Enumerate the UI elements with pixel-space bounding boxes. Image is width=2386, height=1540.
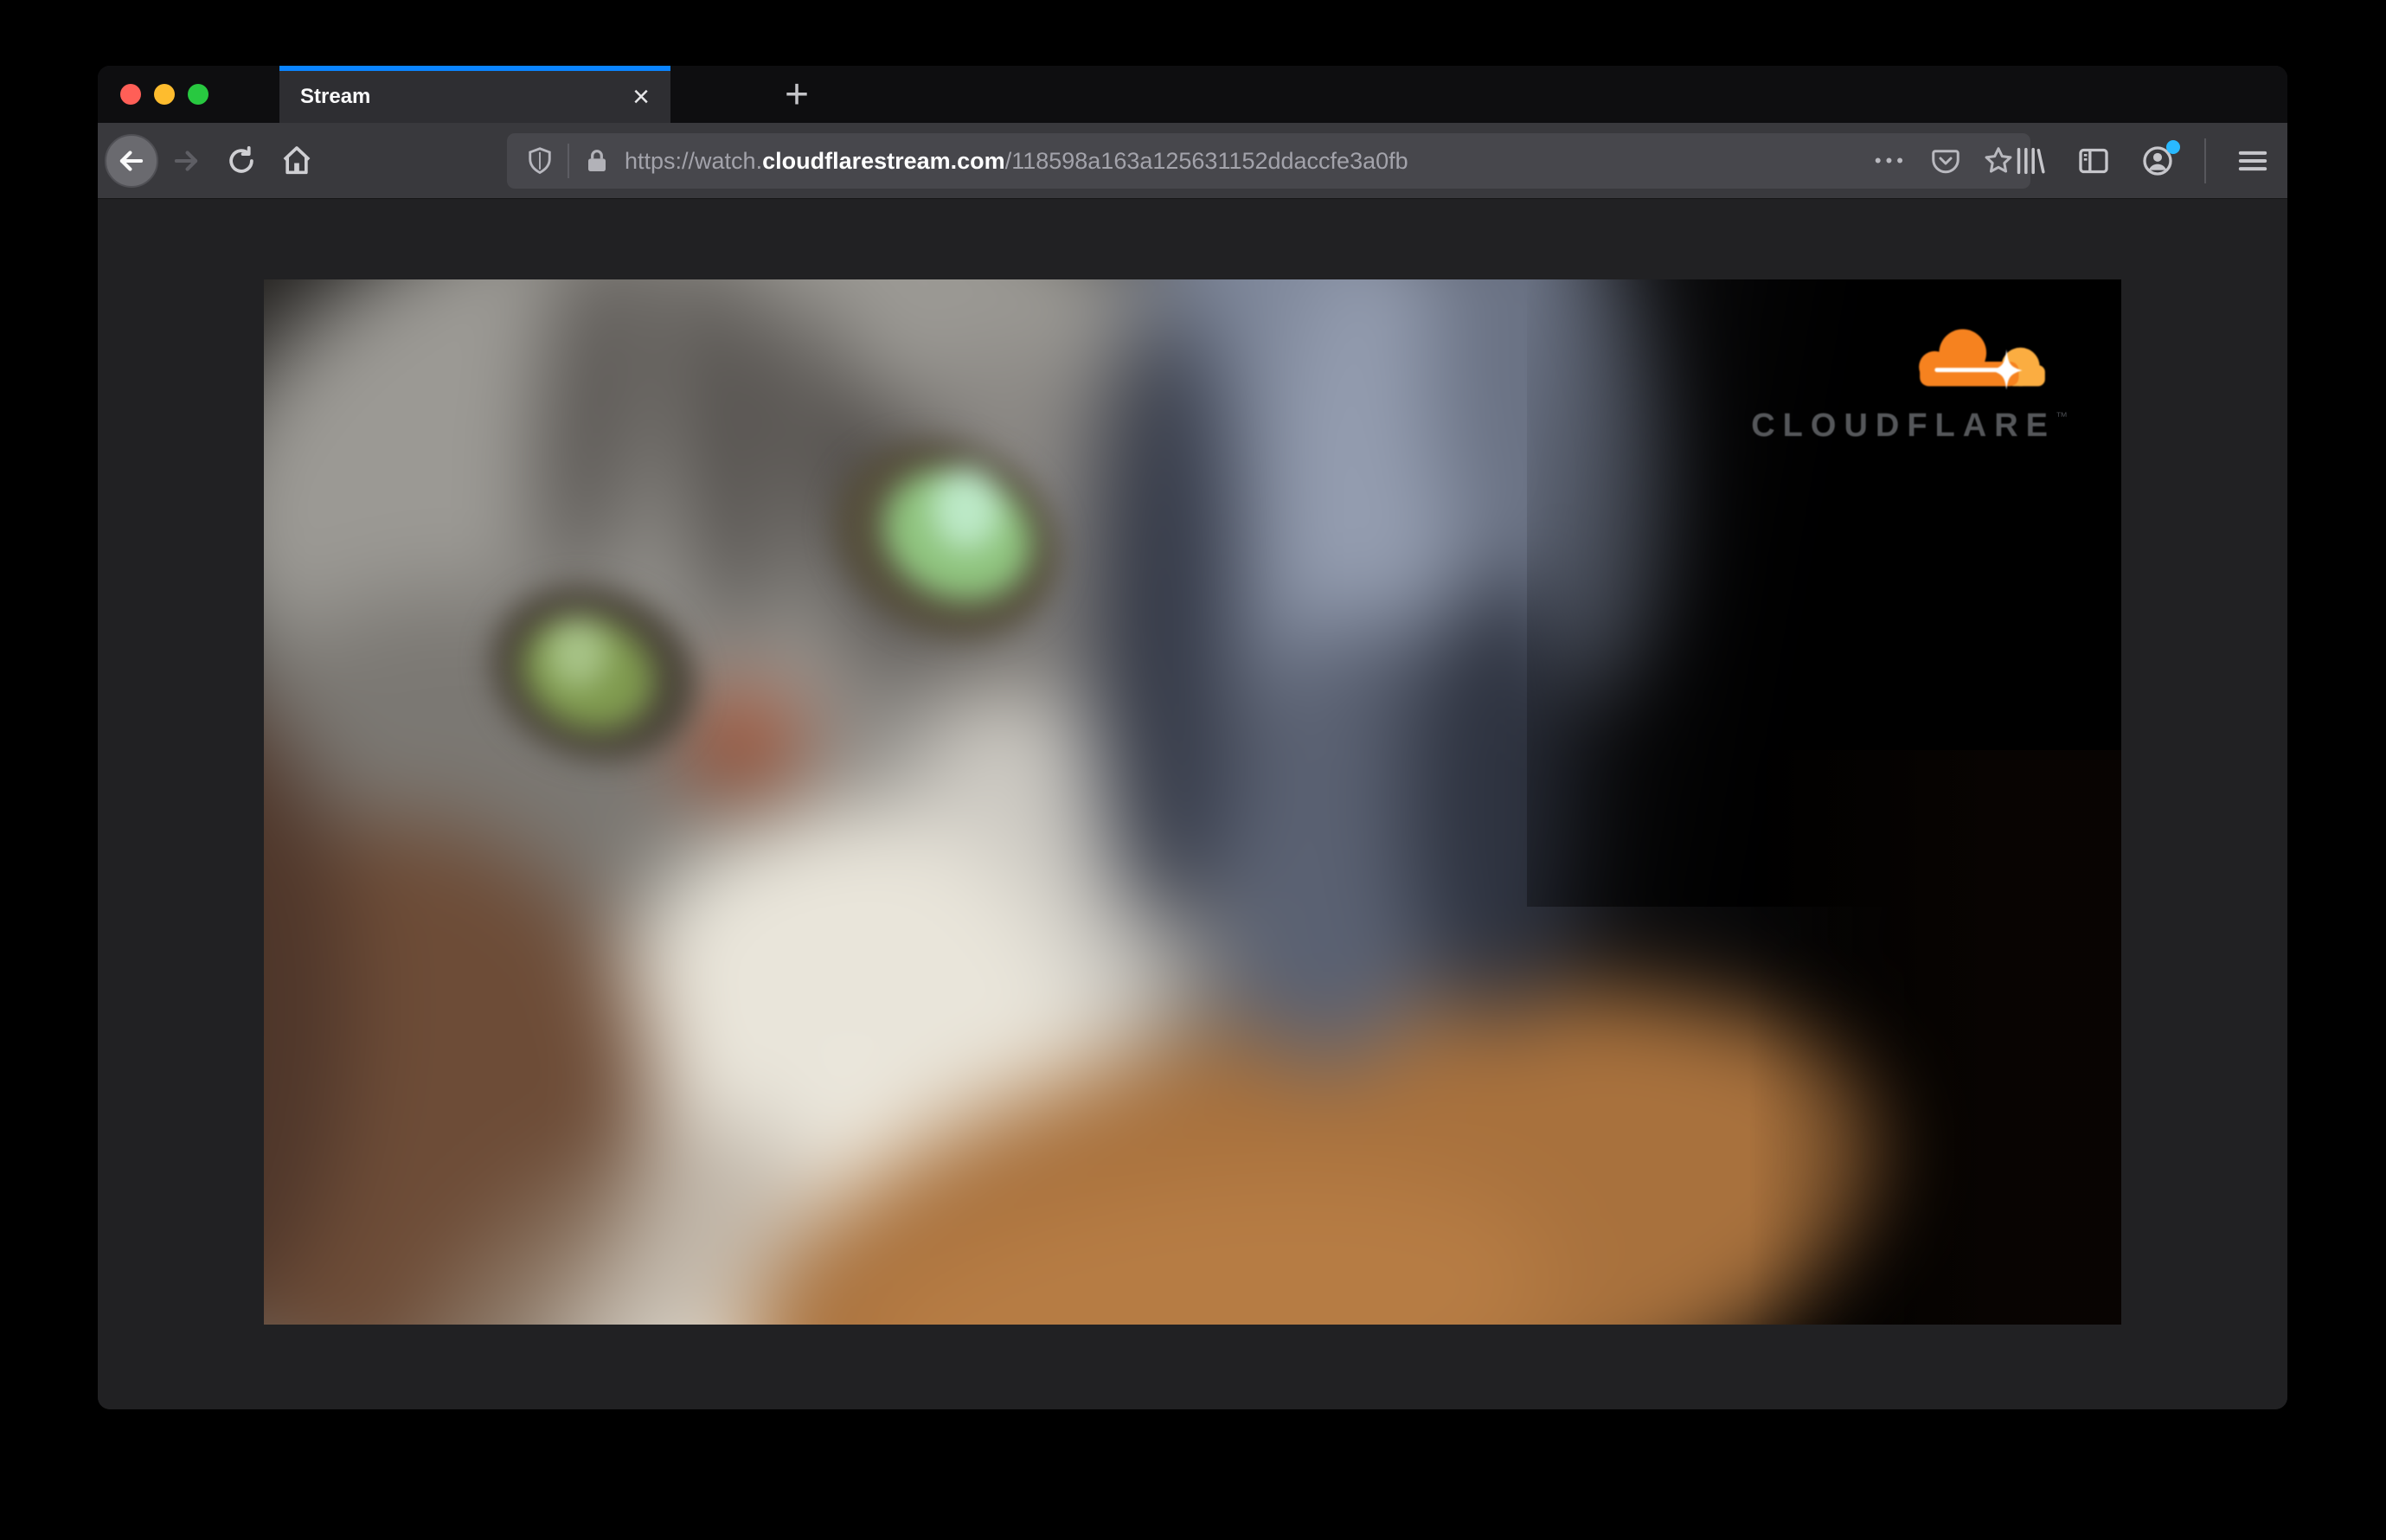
tab-strip: Stream × + — [98, 66, 2287, 123]
page-actions-button[interactable]: ••• — [1875, 150, 1908, 172]
reload-button[interactable] — [214, 133, 269, 189]
cloudflare-logo: CLOUDFLARE ™ — [1739, 323, 2068, 445]
tab-stream[interactable]: Stream × — [279, 66, 670, 123]
account-notification-dot — [2166, 140, 2180, 154]
reload-icon — [229, 145, 253, 173]
traffic-lights — [120, 84, 208, 105]
library-icon[interactable] — [2012, 144, 2047, 178]
cloudflare-trademark: ™ — [2056, 409, 2068, 423]
new-tab-button[interactable]: + — [762, 66, 831, 123]
lock-icon[interactable] — [583, 147, 611, 175]
forward-arrow-icon — [174, 150, 198, 171]
account-button[interactable] — [2140, 140, 2180, 178]
pocket-icon[interactable] — [1930, 145, 1961, 176]
tab-title: Stream — [300, 85, 371, 108]
url-scheme: https://watch. — [625, 147, 763, 174]
cloudflare-wordmark: CLOUDFLARE — [1751, 407, 2056, 444]
bookmark-star-icon[interactable] — [1982, 144, 2015, 177]
home-icon — [283, 145, 311, 174]
tracking-protection-shield-icon[interactable] — [524, 145, 555, 176]
url-text[interactable]: https://watch.cloudflarestream.com/11859… — [625, 148, 1875, 175]
url-bar[interactable]: https://watch.cloudflarestream.com/11859… — [507, 133, 2030, 189]
cloudflare-cloud-icon — [1919, 329, 2045, 390]
back-arrow-icon — [119, 150, 144, 171]
window-close-button[interactable] — [120, 84, 141, 105]
video-corner-shadow — [1749, 749, 2121, 1325]
toolbar-right-icons — [2012, 123, 2270, 199]
window-minimize-button[interactable] — [154, 84, 175, 105]
window-zoom-button[interactable] — [188, 84, 208, 105]
tab-close-icon[interactable]: × — [627, 82, 655, 112]
browser-window: Stream × + https://watch.cloudflarestrea… — [98, 66, 2287, 1409]
url-path: /118598a163a125631152ddaccfe3a0fb — [1004, 147, 1408, 174]
back-button[interactable] — [105, 133, 158, 188]
forward-button[interactable] — [158, 133, 214, 189]
toolbar-separator — [2204, 138, 2206, 183]
url-domain: cloudflarestream.com — [762, 147, 1005, 174]
page-content: CLOUDFLARE ™ — [98, 199, 2287, 1409]
home-button[interactable] — [269, 133, 324, 189]
navigation-toolbar: https://watch.cloudflarestream.com/11859… — [98, 123, 2287, 199]
urlbar-divider — [568, 144, 569, 178]
menu-hamburger-icon[interactable] — [2235, 144, 2270, 178]
video-player[interactable]: CLOUDFLARE ™ — [264, 279, 2121, 1325]
sidebar-icon[interactable] — [2076, 144, 2111, 178]
